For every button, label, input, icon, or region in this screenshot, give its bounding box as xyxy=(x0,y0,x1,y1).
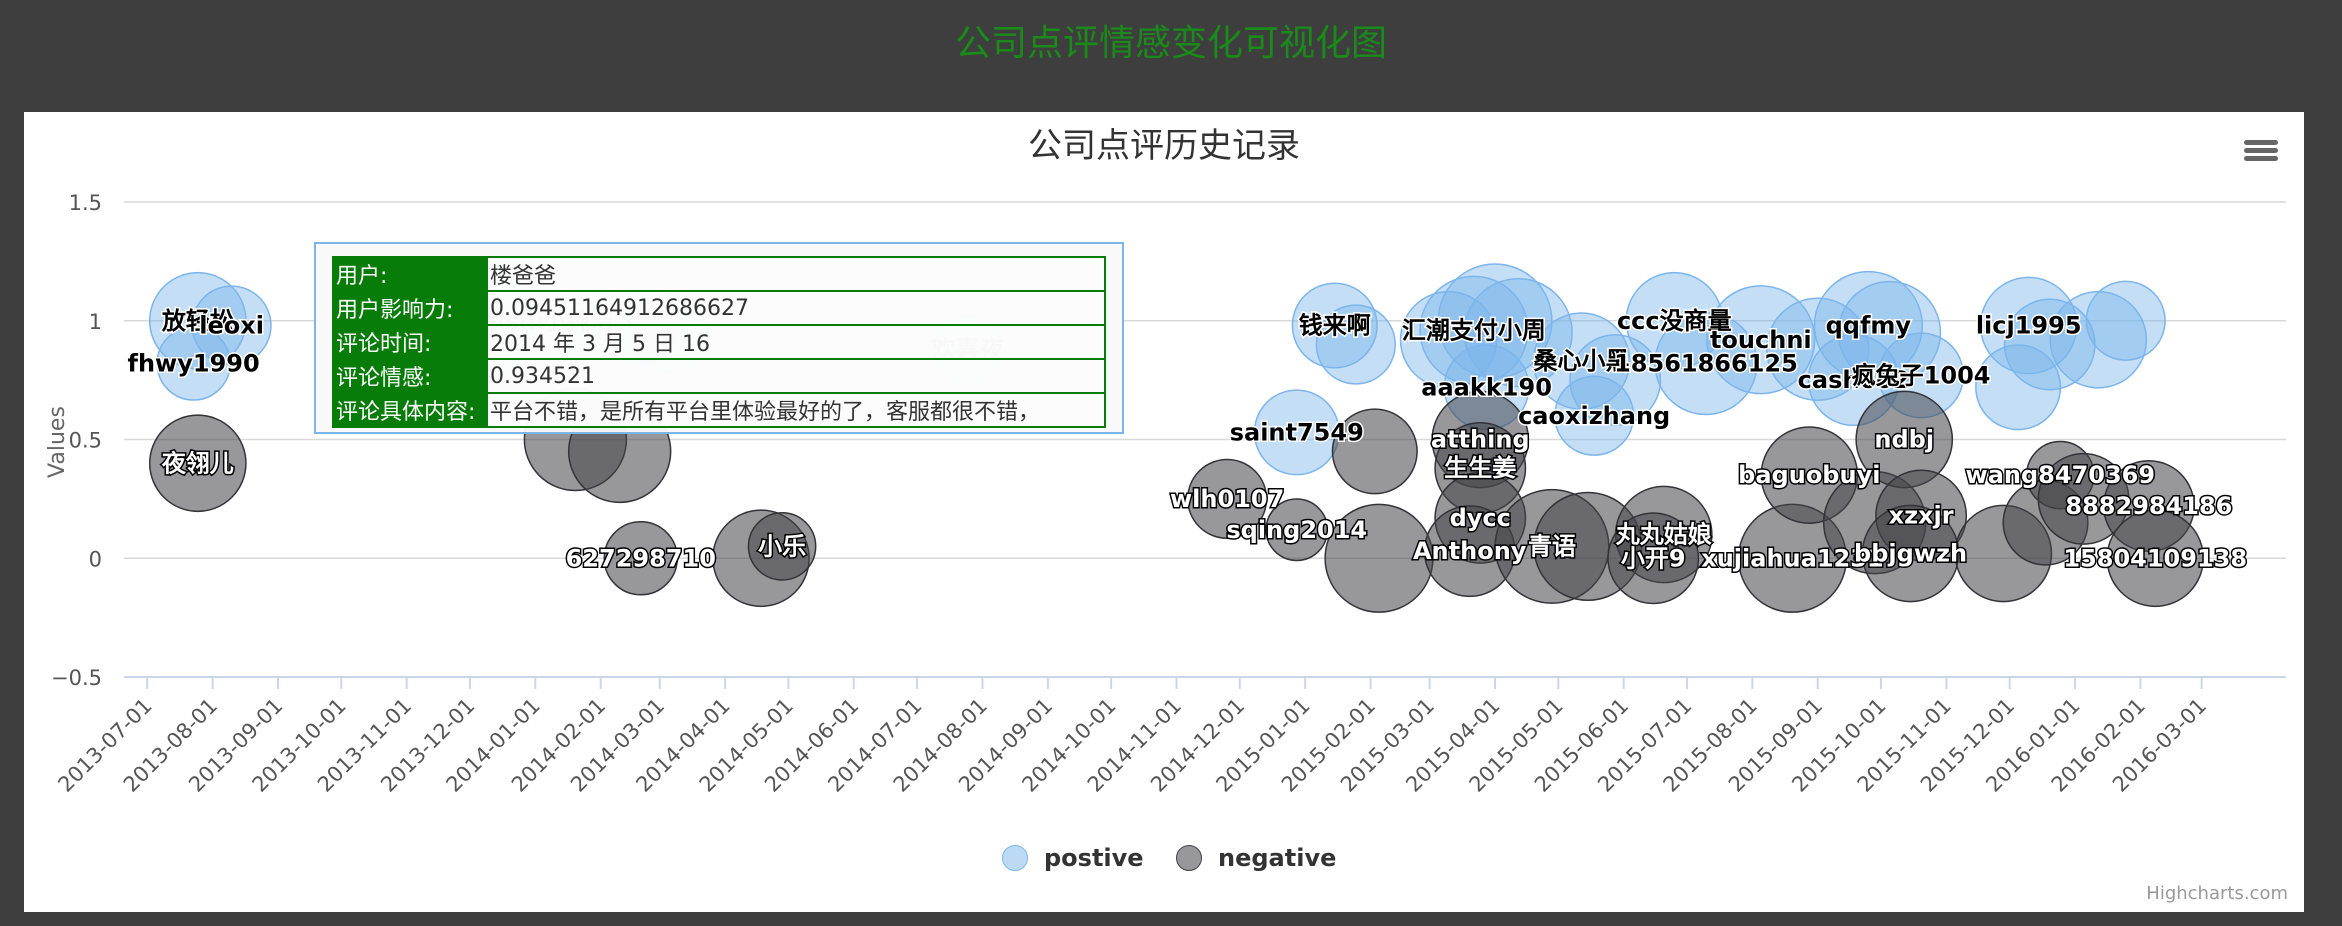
data-label: 钱来啊 xyxy=(1299,312,1371,340)
tooltip-row-user: 用户: 楼爸爸 xyxy=(332,256,1106,292)
legend-item-negative[interactable]: negative xyxy=(1176,844,1336,872)
data-label: licj1995 xyxy=(1976,312,2082,340)
data-label: caoxizhang xyxy=(1518,402,1670,430)
legend-label-negative: negative xyxy=(1218,844,1337,872)
data-label: wlh0107 xyxy=(1170,485,1284,513)
legend-marker-postive xyxy=(1002,845,1028,871)
bubble-chart: −0.500.511.52013-07-012013-08-012013-09-… xyxy=(45,126,2286,797)
y-tick-label: 1.5 xyxy=(69,191,102,215)
data-label: 小乐 xyxy=(758,532,806,560)
data-label: sqing2014 xyxy=(1226,516,1367,544)
data-label: xzxjr xyxy=(1889,502,1954,530)
data-label: wang8470369 xyxy=(1966,461,2156,489)
chart-title: 公司点评历史记录 xyxy=(1028,126,1300,166)
tooltip-value: 0.934521 xyxy=(486,358,1106,394)
tooltip: 用户: 楼爸爸 用户影响力: 0.09451164912686627 评论时间:… xyxy=(314,242,1124,434)
tooltip-key: 评论情感: xyxy=(332,358,488,394)
y-tick-label: 1 xyxy=(89,310,102,334)
data-label: qqfmy xyxy=(1826,312,1912,340)
bubble-postive xyxy=(2085,280,2166,361)
tooltip-table: 用户: 楼爸爸 用户影响力: 0.09451164912686627 评论时间:… xyxy=(332,256,1106,428)
tooltip-key: 评论具体内容: xyxy=(332,392,488,428)
data-label: 青语 xyxy=(1528,532,1576,560)
data-label: 8882984186 xyxy=(2065,492,2232,520)
y-tick-label: −0.5 xyxy=(51,666,102,690)
legend-item-postive[interactable]: postive xyxy=(1002,844,1144,872)
data-label: atthing xyxy=(1431,426,1530,454)
tooltip-value: 平台不错，是所有平台里体验最好的了，客服都很不错， xyxy=(486,392,1106,428)
tooltip-value: 楼爸爸 xyxy=(486,256,1106,292)
tooltip-row-content: 评论具体内容: 平台不错，是所有平台里体验最好的了，客服都很不错， xyxy=(332,392,1106,428)
tooltip-key: 用户影响力: xyxy=(332,290,488,326)
data-label: saint7549 xyxy=(1230,418,1364,446)
y-tick-label: 0.5 xyxy=(69,429,102,453)
data-label: 夜翎儿 xyxy=(161,449,234,477)
data-label: 生生姜 xyxy=(1444,454,1516,482)
tooltip-key: 评论时间: xyxy=(332,324,488,360)
tooltip-key: 用户: xyxy=(332,256,488,292)
data-label: Anthony xyxy=(1413,537,1527,565)
data-label: aaakk190 xyxy=(1421,373,1552,401)
data-label: 汇潮支付小周 xyxy=(1402,316,1546,344)
credits-link[interactable]: Highcharts.com xyxy=(2146,883,2288,904)
data-label: 15804109138 xyxy=(2063,544,2247,572)
legend-marker-negative xyxy=(1176,845,1202,871)
data-label: 627298710 xyxy=(566,544,716,572)
data-label: ndbj xyxy=(1874,426,1934,454)
tooltip-value: 0.09451164912686627 xyxy=(486,290,1106,326)
tooltip-value: 2014 年 3 月 5 日 16 xyxy=(486,324,1106,360)
tooltip-row-sentiment: 评论情感: 0.934521 xyxy=(332,358,1106,394)
data-label: 疯兔子1004 xyxy=(1852,361,1991,389)
page-title: 公司点评情感变化可视化图 xyxy=(954,23,1387,64)
tooltip-row-time: 评论时间: 2014 年 3 月 5 日 16 xyxy=(332,324,1106,360)
data-label: fhwy1990 xyxy=(128,350,260,378)
data-label: 小开9 xyxy=(1621,544,1686,572)
legend-label-postive: postive xyxy=(1044,844,1144,872)
hamburger-menu-icon[interactable] xyxy=(2244,137,2278,167)
y-axis-title: Values xyxy=(45,406,70,478)
tooltip-row-influence: 用户影响力: 0.09451164912686627 xyxy=(332,290,1106,326)
chart-panel: −0.5 0 0.5 1 1.5 2013-07-01 2013-08-01 2013-09-… xyxy=(24,112,2304,912)
data-label: dycc xyxy=(1450,504,1511,532)
data-label: leoxi xyxy=(199,312,264,340)
y-tick-label: 0 xyxy=(89,547,102,571)
data-label: touchni xyxy=(1710,326,1812,354)
data-label: baguobuyi xyxy=(1738,461,1880,489)
data-label: bbjgwzh xyxy=(1854,540,1967,568)
